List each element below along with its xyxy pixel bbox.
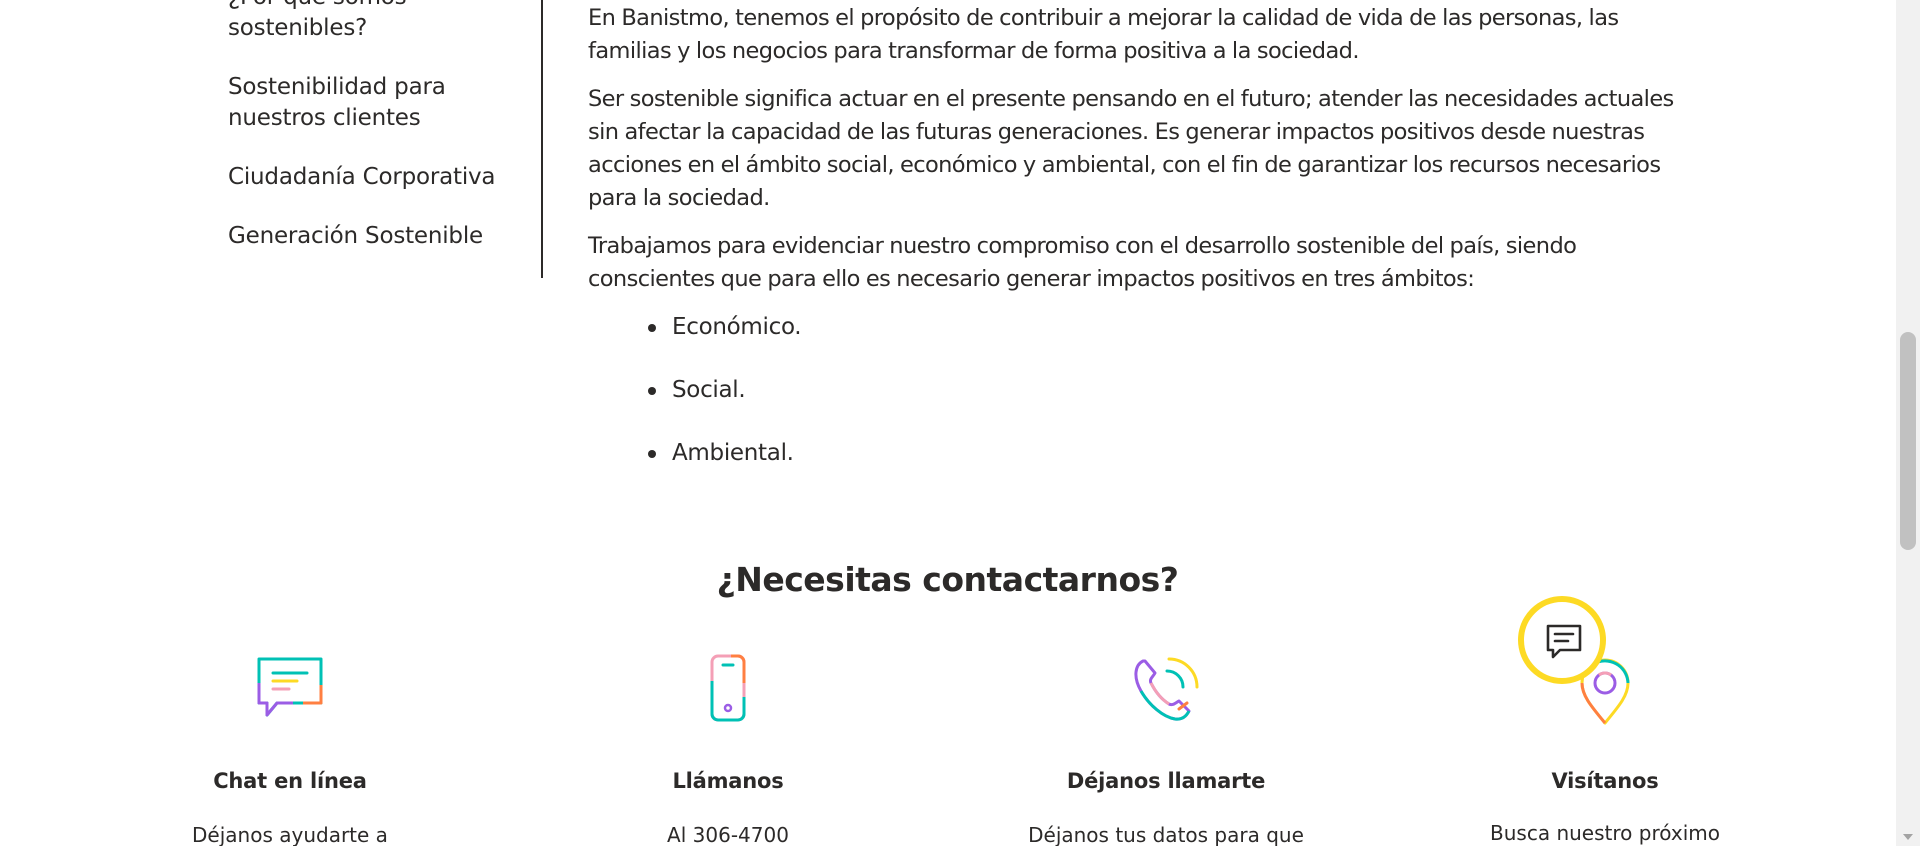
bullet-dot [648, 387, 656, 395]
contact-card-title: Déjanos llamarte [1066, 769, 1266, 793]
sidebar-divider [541, 0, 543, 278]
sidebar-item-sostenibilidad-clientes[interactable]: Sostenibilidad para nuestros clientes [228, 72, 468, 134]
list-item-text: Ambiental. [672, 440, 794, 466]
chat-message-icon [1546, 624, 1582, 659]
contact-card-desc: Busca nuestro próximo [1490, 821, 1720, 845]
intro-paragraph: En Banistmo, tenemos el propósito de con… [588, 5, 1619, 64]
sidebar-item-generacion-sostenible[interactable]: Generación Sostenible [228, 221, 518, 252]
contact-card-title: Visítanos [1551, 769, 1659, 793]
contact-card-desc: Al 306-4700 [667, 823, 789, 846]
scrollbar-thumb[interactable] [1900, 332, 1916, 550]
vertical-scrollbar[interactable] [1896, 0, 1920, 846]
chat-bubble-icon [257, 657, 323, 717]
contact-card-visit[interactable]: Visítanos Busca nuestro próximo [1455, 653, 1755, 845]
list-item-text: Social. [672, 377, 746, 403]
bullet-dot [648, 450, 656, 458]
phone-call-icon [1134, 657, 1199, 721]
page: ¿Por qué somos sostenibles? Sostenibilid… [0, 0, 1920, 846]
sidebar-item-ciudadania-corporativa[interactable]: Ciudadanía Corporativa [228, 162, 518, 193]
contact-card-desc: Déjanos tus datos para que [1028, 823, 1304, 846]
contact-card-call[interactable]: Llámanos Al 306-4700 [578, 653, 878, 846]
sidebar-nav: ¿Por qué somos sostenibles? Sostenibilid… [228, 0, 518, 280]
contact-card-chat[interactable]: Chat en línea Déjanos ayudarte a [140, 653, 440, 846]
contact-card-title: Llámanos [672, 769, 784, 793]
bullet-dot [648, 324, 656, 332]
scroll-down-arrow-icon[interactable] [1903, 834, 1913, 840]
mobile-phone-icon [710, 654, 746, 722]
floating-chat-button[interactable] [1518, 596, 1606, 684]
list-item: Social. [648, 374, 1703, 407]
main-content: En Banistmo, tenemos el propósito de con… [588, 2, 1703, 500]
list-item-text: Económico. [672, 314, 802, 340]
commitment-paragraph: Trabajamos para evidenciar nuestro compr… [588, 233, 1577, 292]
sidebar-item-por-que-sostenibles[interactable]: ¿Por qué somos sostenibles? [228, 0, 428, 44]
areas-list: Económico. Social. Ambiental. [588, 311, 1703, 470]
contact-section-title: ¿Necesitas contactarnos? [716, 560, 1179, 599]
list-item: Económico. [648, 311, 1703, 344]
list-item: Ambiental. [648, 437, 1703, 470]
definition-paragraph: Ser sostenible significa actuar en el pr… [588, 86, 1674, 211]
contact-card-title: Chat en línea [213, 769, 367, 793]
contact-card-desc: Déjanos ayudarte a [192, 823, 388, 846]
contact-card-callback[interactable]: Déjanos llamarte Déjanos tus datos para … [1016, 653, 1316, 846]
